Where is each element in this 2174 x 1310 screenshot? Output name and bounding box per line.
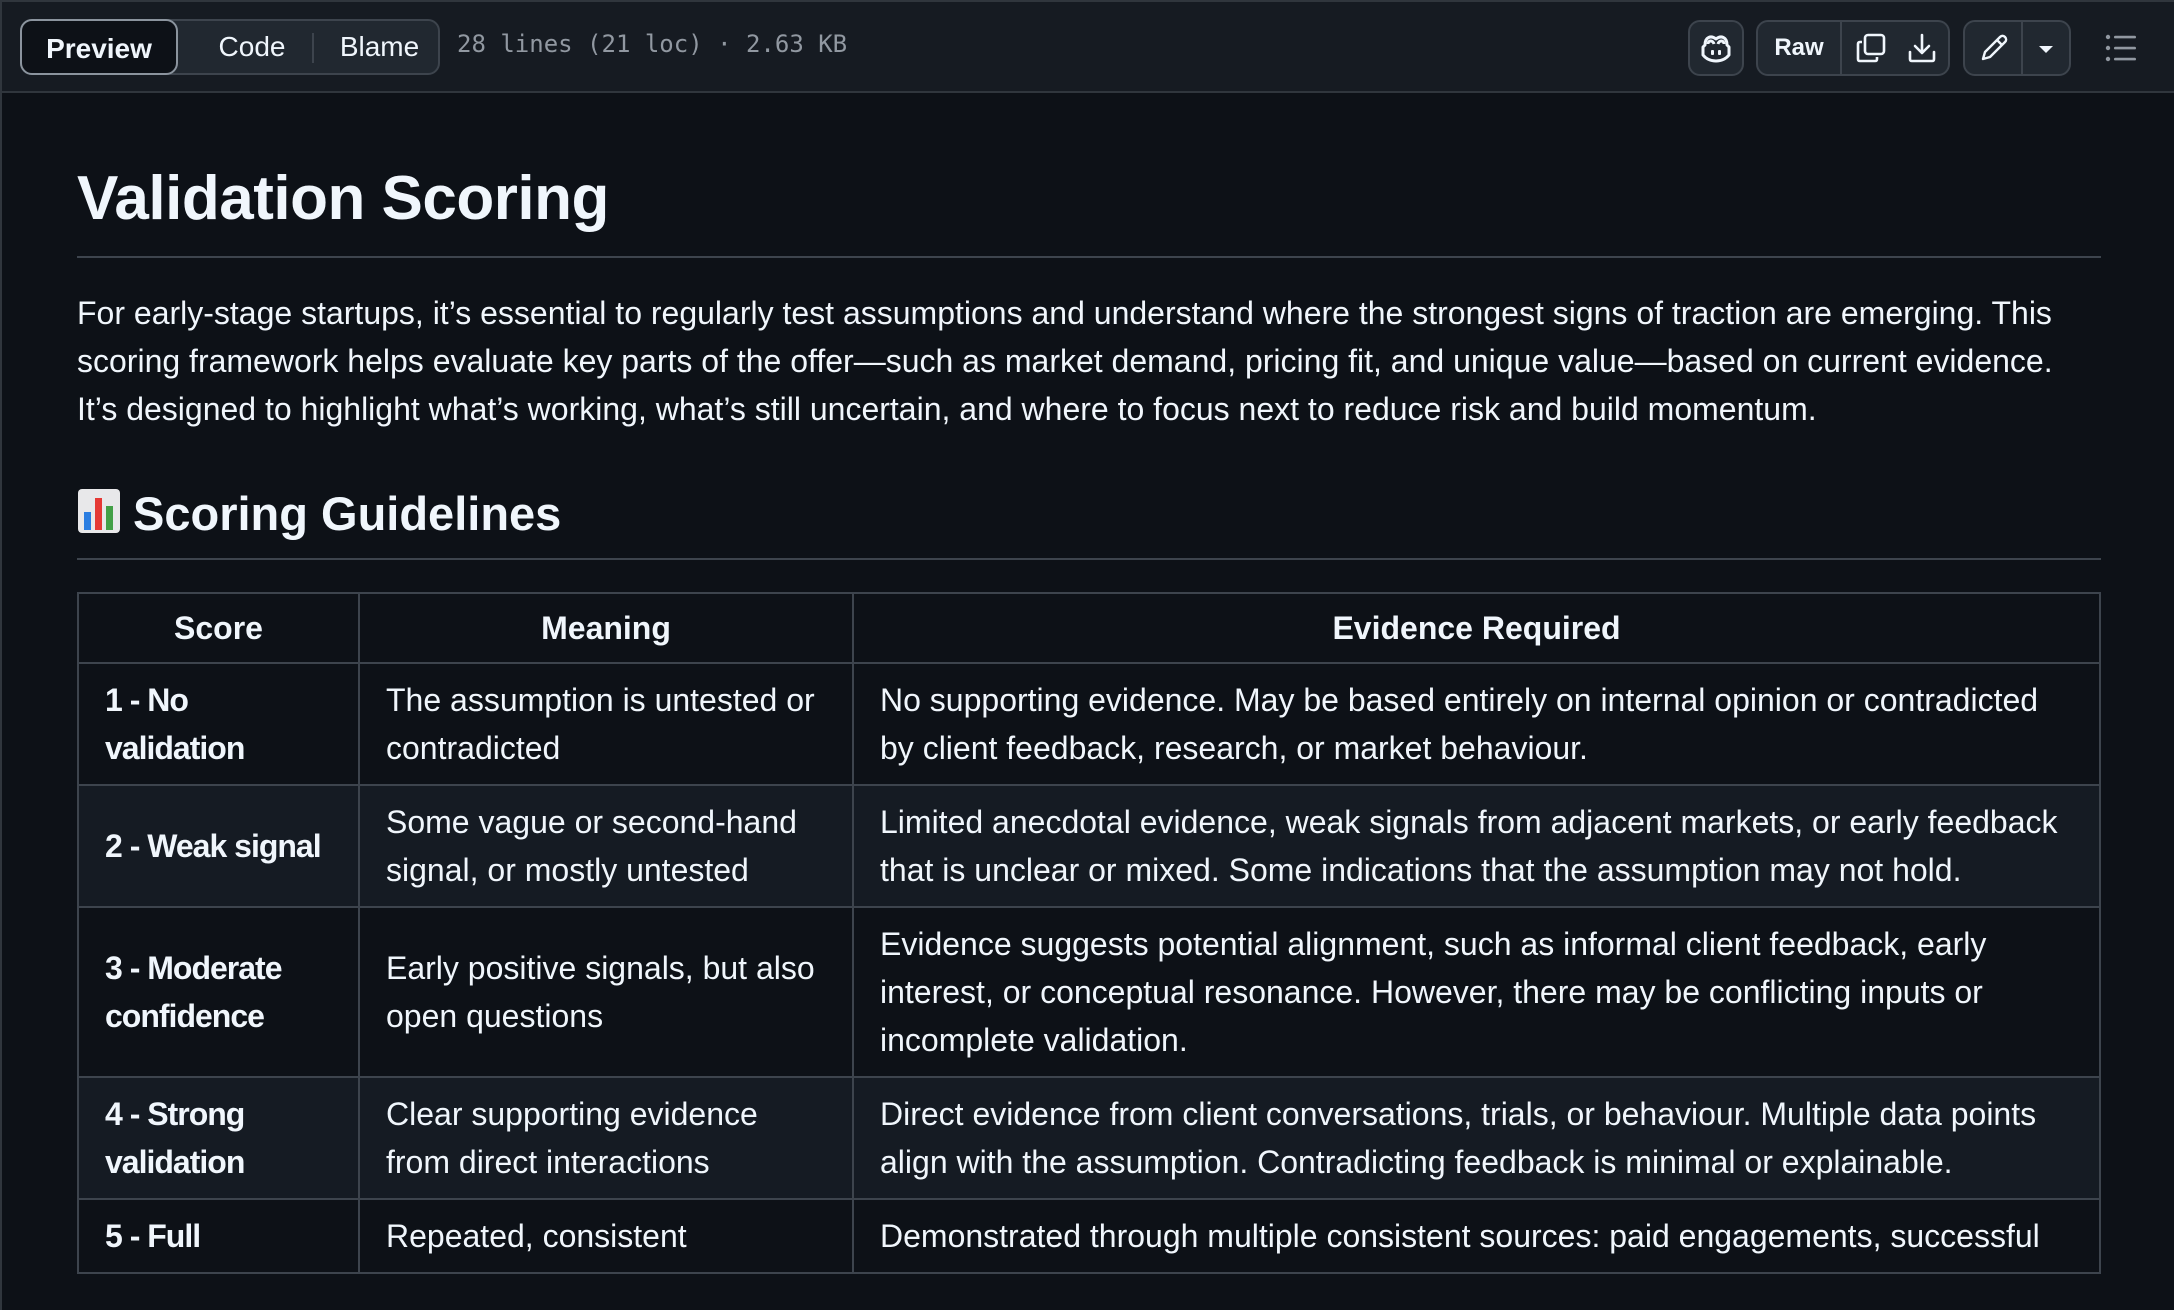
section-heading-text: Scoring Guidelines <box>133 487 562 540</box>
bar-chart-icon <box>78 489 120 533</box>
table-row: 1 - No validation The assumption is unte… <box>77 662 2101 786</box>
title-divider <box>77 256 2101 258</box>
section-divider <box>77 558 2101 560</box>
evidence-cell: Evidence suggests potential alignment, s… <box>852 906 2101 1078</box>
raw-button-group: Raw <box>1756 20 1914 76</box>
evidence-cell: Limited anecdotal evidence, weak signals… <box>852 784 2101 908</box>
meaning-cell: Repeated, consistent <box>358 1198 854 1274</box>
outline-button[interactable] <box>2094 20 2150 76</box>
raw-button[interactable]: Raw <box>1758 22 1840 74</box>
copilot-button[interactable] <box>1688 20 1744 76</box>
evidence-cell: Direct evidence from client conversation… <box>852 1076 2101 1200</box>
button-divider <box>1840 22 1842 74</box>
column-header: Score <box>77 592 360 664</box>
scoring-table: Score Meaning Evidence Required 1 - No v… <box>77 592 2101 1274</box>
segment-divider <box>312 33 314 63</box>
table-row: 5 - Full Repeated, consistent Demonstrat… <box>77 1198 2101 1274</box>
tab-code[interactable]: Code <box>192 21 312 73</box>
pencil-icon[interactable] <box>1978 32 2010 64</box>
table-row: 2 - Weak signal Some vague or second-han… <box>77 784 2101 908</box>
section-heading: Scoring Guidelines <box>77 486 561 541</box>
page-title: Validation Scoring <box>77 164 609 233</box>
download-icon <box>1908 33 1936 63</box>
copilot-icon <box>1701 35 1731 63</box>
intro-paragraph: For early-stage startups, it’s essential… <box>77 295 2053 427</box>
list-unordered-icon <box>2105 34 2136 62</box>
meaning-cell: The assumption is untested or contradict… <box>358 662 854 786</box>
button-divider <box>2021 22 2023 74</box>
meaning-cell: Early positive signals, but also open qu… <box>358 906 854 1078</box>
view-mode-segmented-control: Preview Code Blame <box>20 19 440 75</box>
score-cell: 3 - Moderate confidence <box>77 906 360 1078</box>
download-button[interactable] <box>1898 20 1950 76</box>
score-cell: 2 - Weak signal <box>77 784 360 908</box>
score-cell: 4 - Strong validation <box>77 1076 360 1200</box>
meaning-cell: Clear supporting evidence from direct in… <box>358 1076 854 1200</box>
score-cell: 5 - Full <box>77 1198 360 1274</box>
tab-blame[interactable]: Blame <box>322 21 437 73</box>
table-row: 4 - Strong validation Clear supporting e… <box>77 1076 2101 1200</box>
meaning-cell: Some vague or second-hand signal, or mos… <box>358 784 854 908</box>
copy-icon[interactable] <box>1855 32 1887 64</box>
score-cell: 1 - No validation <box>77 662 360 786</box>
file-toolbar: Preview Code Blame 28 lines (21 loc) · 2… <box>2 2 2174 93</box>
evidence-cell: Demonstrated through multiple consistent… <box>852 1198 2101 1274</box>
tab-preview[interactable]: Preview <box>20 19 178 75</box>
file-view: Preview Code Blame 28 lines (21 loc) · 2… <box>0 0 2174 1310</box>
file-meta: 28 lines (21 loc) · 2.63 KB <box>457 30 848 58</box>
evidence-cell: No supporting evidence. May be based ent… <box>852 662 2101 786</box>
table-header-row: Score Meaning Evidence Required <box>77 592 2101 664</box>
table-row: 3 - Moderate confidence Early positive s… <box>77 906 2101 1078</box>
triangle-down-icon[interactable] <box>2036 43 2056 55</box>
column-header: Meaning <box>358 592 854 664</box>
edit-button-group <box>1963 20 2071 76</box>
column-header: Evidence Required <box>852 592 2101 664</box>
